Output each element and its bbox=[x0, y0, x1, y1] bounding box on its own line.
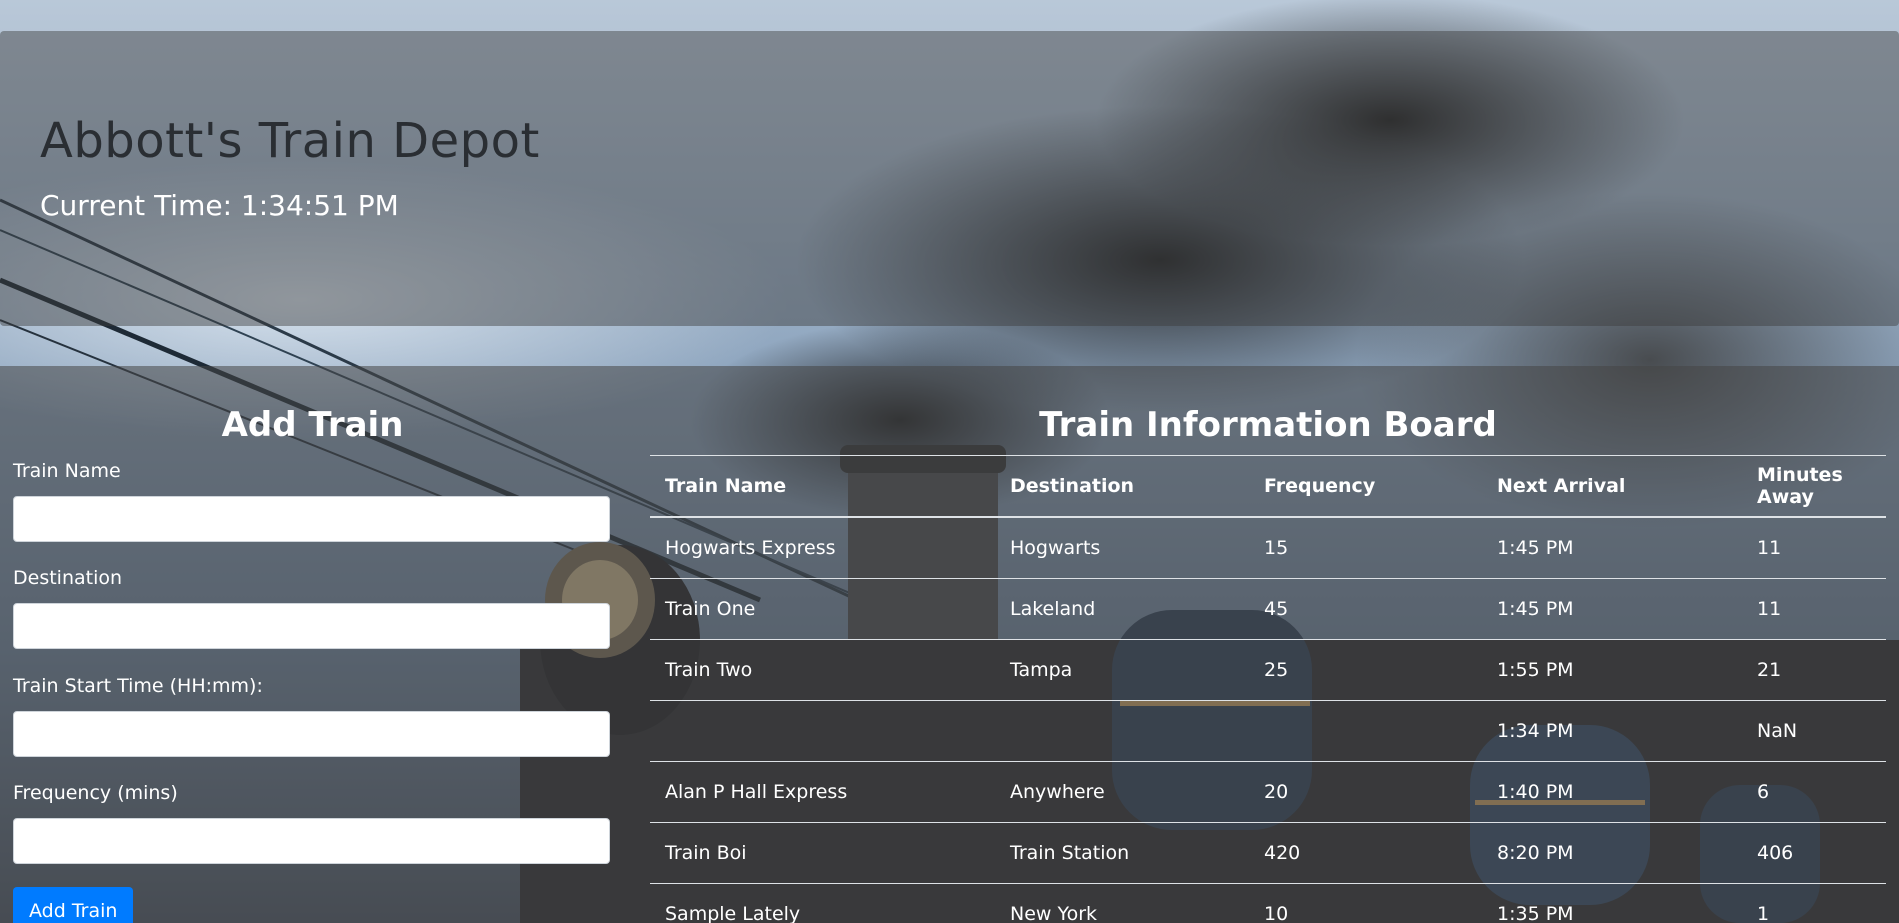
cell-minutes-away: 406 bbox=[1742, 822, 1886, 884]
cell-next-arrival: 1:40 PM bbox=[1482, 761, 1742, 823]
cell-train-name: Hogwarts Express bbox=[650, 516, 995, 579]
cell-frequency: 20 bbox=[1249, 761, 1482, 823]
frequency-input[interactable] bbox=[13, 818, 610, 864]
board-heading: Train Information Board bbox=[1039, 405, 1497, 445]
cell-train-name: Alan P Hall Express bbox=[650, 761, 995, 823]
cell-minutes-away: 21 bbox=[1742, 639, 1886, 701]
cell-next-arrival: 1:45 PM bbox=[1482, 516, 1742, 579]
current-time-prefix: Current Time: bbox=[40, 189, 241, 222]
cell-next-arrival: 1:45 PM bbox=[1482, 578, 1742, 640]
table-row: Alan P Hall Express Anywhere 20 1:40 PM … bbox=[650, 761, 1886, 823]
cell-next-arrival: 1:34 PM bbox=[1482, 700, 1742, 762]
cell-destination: Tampa bbox=[995, 639, 1249, 701]
cell-minutes-away: 6 bbox=[1742, 761, 1886, 823]
cell-train-name: Train Boi bbox=[650, 822, 995, 884]
column-header-frequency: Frequency bbox=[1249, 455, 1482, 518]
cell-frequency: 15 bbox=[1249, 516, 1482, 579]
table-row: Train Boi Train Station 420 8:20 PM 406 bbox=[650, 822, 1886, 884]
cell-train-name bbox=[650, 700, 995, 762]
cell-frequency: 25 bbox=[1249, 639, 1482, 701]
cell-train-name: Sample Lately bbox=[650, 883, 995, 923]
table-row: Train Two Tampa 25 1:55 PM 21 bbox=[650, 639, 1886, 701]
table-row: Train One Lakeland 45 1:45 PM 11 bbox=[650, 578, 1886, 640]
start-time-input[interactable] bbox=[13, 711, 610, 757]
frequency-label: Frequency (mins) bbox=[13, 782, 178, 804]
table-row: 1:34 PM NaN bbox=[650, 700, 1886, 762]
cell-frequency: 420 bbox=[1249, 822, 1482, 884]
table-row: Sample Lately New York 10 1:35 PM 1 bbox=[650, 883, 1886, 923]
cell-minutes-away: 11 bbox=[1742, 578, 1886, 640]
cell-destination: Anywhere bbox=[995, 761, 1249, 823]
cell-minutes-away: 1 bbox=[1742, 883, 1886, 923]
add-train-heading: Add Train bbox=[221, 405, 404, 445]
train-name-label: Train Name bbox=[13, 460, 121, 482]
destination-label: Destination bbox=[13, 567, 123, 589]
cell-frequency: 10 bbox=[1249, 883, 1482, 923]
table-row: Hogwarts Express Hogwarts 15 1:45 PM 11 bbox=[650, 516, 1886, 579]
site-title: Abbott's Train Depot bbox=[40, 113, 540, 169]
header-jumbotron: Abbott's Train Depot Current Time: 1:34:… bbox=[0, 31, 1899, 326]
current-time-display: Current Time: 1:34:51 PM bbox=[40, 189, 399, 222]
cell-destination: Train Station bbox=[995, 822, 1249, 884]
cell-frequency bbox=[1249, 700, 1482, 762]
cell-minutes-away: NaN bbox=[1742, 700, 1886, 762]
start-time-label: Train Start Time (HH:mm): bbox=[13, 675, 263, 697]
cell-next-arrival: 1:35 PM bbox=[1482, 883, 1742, 923]
main-content: Add Train Train Name Destination Train S… bbox=[0, 366, 1899, 923]
train-name-input[interactable] bbox=[13, 496, 610, 542]
cell-train-name: Train Two bbox=[650, 639, 995, 701]
cell-frequency: 45 bbox=[1249, 578, 1482, 640]
column-header-minutes-away: Minutes Away bbox=[1742, 455, 1886, 518]
cell-next-arrival: 1:55 PM bbox=[1482, 639, 1742, 701]
column-header-destination: Destination bbox=[995, 455, 1249, 518]
cell-destination: New York bbox=[995, 883, 1249, 923]
cell-destination bbox=[995, 700, 1249, 762]
cell-destination: Hogwarts bbox=[995, 516, 1249, 579]
add-train-button[interactable]: Add Train bbox=[13, 887, 134, 923]
cell-minutes-away: 11 bbox=[1742, 516, 1886, 579]
destination-input[interactable] bbox=[13, 603, 610, 649]
train-table: Train Name Destination Frequency Next Ar… bbox=[650, 455, 1886, 923]
cell-destination: Lakeland bbox=[995, 578, 1249, 640]
column-header-train-name: Train Name bbox=[650, 455, 995, 518]
cell-next-arrival: 8:20 PM bbox=[1482, 822, 1742, 884]
column-header-next-arrival: Next Arrival bbox=[1482, 455, 1742, 518]
current-time-value: 1:34:51 PM bbox=[240, 189, 399, 222]
table-header-row: Train Name Destination Frequency Next Ar… bbox=[650, 455, 1886, 518]
cell-train-name: Train One bbox=[650, 578, 995, 640]
